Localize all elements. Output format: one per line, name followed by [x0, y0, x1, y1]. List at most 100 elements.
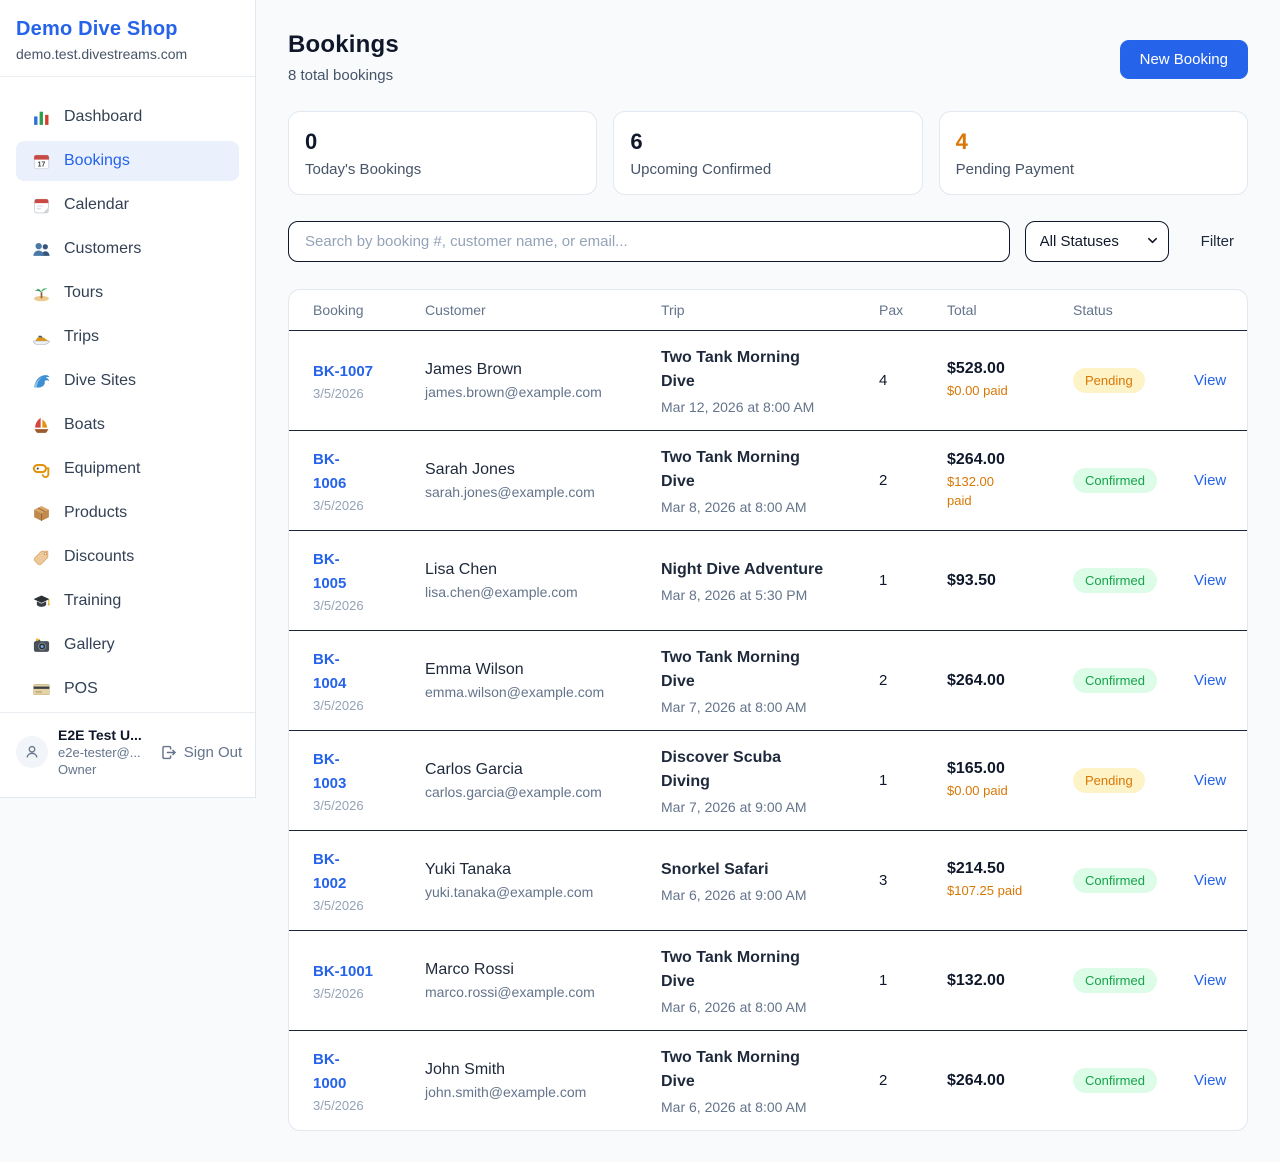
pax-count: 1	[879, 772, 947, 789]
trip-name: Discover Scuba Diving	[661, 746, 811, 794]
customer-email: john.smith@example.com	[425, 1084, 661, 1100]
customer-name: Carlos Garcia	[425, 761, 661, 779]
paid-amount: $132.00 paid	[947, 473, 1003, 511]
customer-name: James Brown	[425, 361, 661, 379]
booking-id-link[interactable]: BK-1001	[313, 960, 425, 983]
pax-count: 1	[879, 972, 947, 989]
trip-date: Mar 6, 2026 at 9:00 AM	[661, 887, 879, 903]
trip-name: Two Tank Morning Dive	[661, 946, 811, 994]
sidebar-nav: Dashboard 17 Bookings Calendar Customers…	[0, 77, 255, 723]
booking-id-link[interactable]: BK-1002	[313, 848, 353, 895]
total-amount: $264.00	[947, 451, 1073, 469]
paid-amount: $0.00 paid	[947, 782, 1073, 801]
trip-name: Night Dive Adventure	[661, 558, 879, 582]
sidebar-item-customers[interactable]: Customers	[16, 229, 239, 269]
wave-icon	[32, 372, 51, 391]
view-link[interactable]: View	[1181, 372, 1226, 389]
status-badge: Confirmed	[1073, 668, 1157, 693]
total-amount: $528.00	[947, 360, 1073, 378]
booking-id-link[interactable]: BK-1007	[313, 360, 425, 383]
view-link[interactable]: View	[1181, 772, 1226, 789]
sidebar-item-dive-sites[interactable]: Dive Sites	[16, 361, 239, 401]
sidebar-item-label: Gallery	[64, 636, 115, 654]
status-badge: Confirmed	[1073, 1068, 1157, 1093]
view-link[interactable]: View	[1181, 572, 1226, 589]
trip-date: Mar 8, 2026 at 5:30 PM	[661, 587, 879, 603]
sidebar-item-label: Tours	[64, 284, 103, 302]
filter-button[interactable]: Filter	[1201, 233, 1234, 250]
stat-value: 4	[956, 129, 1231, 155]
sidebar-item-trips[interactable]: Trips	[16, 317, 239, 357]
status-badge: Pending	[1073, 368, 1145, 393]
sign-out-icon	[160, 744, 177, 761]
user-role: Owner	[58, 762, 142, 777]
sidebar-item-bookings[interactable]: 17 Bookings	[16, 141, 239, 181]
status-badge: Confirmed	[1073, 868, 1157, 893]
sidebar-item-boats[interactable]: Boats	[16, 405, 239, 445]
status-badge: Confirmed	[1073, 568, 1157, 593]
users-icon	[32, 240, 51, 259]
sidebar-item-label: Calendar	[64, 196, 129, 214]
sidebar-item-equipment[interactable]: Equipment	[16, 449, 239, 489]
customer-email: lisa.chen@example.com	[425, 584, 661, 600]
sidebar-item-label: Bookings	[64, 152, 130, 170]
column-header-total: Total	[947, 302, 1073, 318]
booking-id-link[interactable]: BK-1005	[313, 548, 353, 595]
sidebar-item-label: Customers	[64, 240, 141, 258]
total-amount: $165.00	[947, 760, 1073, 778]
sign-out-button[interactable]: Sign Out	[160, 744, 242, 761]
view-link[interactable]: View	[1181, 472, 1226, 489]
booking-id-link[interactable]: BK-1003	[313, 748, 353, 795]
stat-card-upcoming-confirmed: 6 Upcoming Confirmed	[613, 111, 922, 195]
user-name: E2E Test U...	[58, 727, 142, 743]
trip-date: Mar 7, 2026 at 9:00 AM	[661, 799, 879, 815]
booking-id-link[interactable]: BK-1000	[313, 1048, 353, 1095]
view-link[interactable]: View	[1181, 672, 1226, 689]
view-link[interactable]: View	[1181, 872, 1226, 889]
table-row: BK-1005 3/5/2026 Lisa Chen lisa.chen@exa…	[289, 530, 1247, 630]
sidebar-item-dashboard[interactable]: Dashboard	[16, 97, 239, 137]
view-link[interactable]: View	[1181, 1072, 1226, 1089]
customer-email: emma.wilson@example.com	[425, 684, 661, 700]
trip-name: Two Tank Morning Dive	[661, 446, 811, 494]
sidebar-item-discounts[interactable]: Discounts	[16, 537, 239, 577]
sidebar-item-training[interactable]: Training	[16, 581, 239, 621]
column-header-booking: Booking	[313, 302, 425, 318]
column-header-trip: Trip	[661, 302, 879, 318]
customer-email: carlos.garcia@example.com	[425, 784, 661, 800]
pax-count: 2	[879, 672, 947, 689]
sidebar-item-products[interactable]: Products	[16, 493, 239, 533]
sidebar-item-label: Training	[64, 592, 121, 610]
stat-label: Today's Bookings	[305, 161, 580, 178]
status-filter-select[interactable]: All Statuses	[1025, 221, 1169, 262]
sidebar-item-gallery[interactable]: Gallery	[16, 625, 239, 665]
bar-chart-icon	[32, 108, 51, 127]
view-link[interactable]: View	[1181, 972, 1226, 989]
pax-count: 3	[879, 872, 947, 889]
search-input[interactable]	[288, 221, 1010, 262]
table-row: BK-1003 3/5/2026 Carlos Garcia carlos.ga…	[289, 730, 1247, 830]
customer-email: yuki.tanaka@example.com	[425, 884, 661, 900]
booking-date: 3/5/2026	[313, 598, 425, 613]
trip-date: Mar 6, 2026 at 8:00 AM	[661, 1099, 879, 1115]
sidebar-item-label: Boats	[64, 416, 105, 434]
stat-card-todays-bookings: 0 Today's Bookings	[288, 111, 597, 195]
tag-icon	[32, 548, 51, 567]
booking-date: 3/5/2026	[313, 898, 425, 913]
sailboat-icon	[32, 416, 51, 435]
brand[interactable]: Demo Dive Shop demo.test.divestreams.com	[0, 0, 255, 77]
total-amount: $264.00	[947, 1072, 1073, 1090]
sidebar-item-pos[interactable]: POS	[16, 669, 239, 709]
stats-cards: 0 Today's Bookings 6 Upcoming Confirmed …	[288, 111, 1248, 195]
booking-id-link[interactable]: BK-1004	[313, 648, 353, 695]
dive-mask-icon	[32, 460, 51, 479]
stat-label: Upcoming Confirmed	[630, 161, 905, 178]
speedboat-icon	[32, 328, 51, 347]
booking-id-link[interactable]: BK-1006	[313, 448, 353, 495]
stat-label: Pending Payment	[956, 161, 1231, 178]
new-booking-button[interactable]: New Booking	[1120, 40, 1248, 79]
sidebar-item-calendar[interactable]: Calendar	[16, 185, 239, 225]
page-header: Bookings 8 total bookings New Booking	[288, 31, 1248, 84]
sidebar-item-label: Equipment	[64, 460, 141, 478]
sidebar-item-tours[interactable]: Tours	[16, 273, 239, 313]
